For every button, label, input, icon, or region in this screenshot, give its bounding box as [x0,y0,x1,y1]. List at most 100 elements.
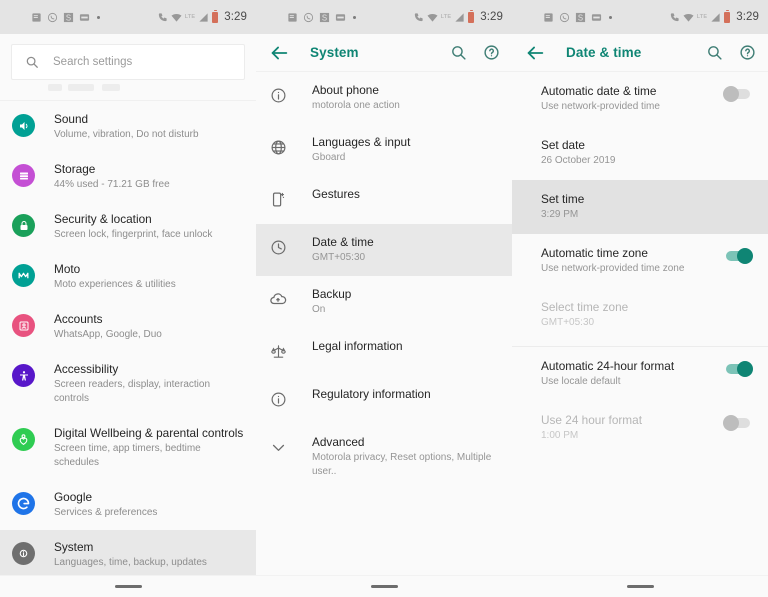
notes-icon [544,12,553,22]
svg-text:S: S [578,13,583,22]
system-item-advanced[interactable]: Advanced Motorola privacy, Reset options… [256,424,512,490]
item-subtitle: Screen readers, display, interaction con… [54,379,211,404]
settings-item-digital-wellbeing[interactable]: Digital Wellbeing & parental controls Sc… [0,416,256,480]
item-subtitle: On [312,304,326,315]
clock-icon [268,237,288,257]
more-dot-icon [97,15,100,19]
settings-list: Sound Volume, vibration, Do not disturb … [0,102,256,575]
status-bar-1: S LTE 3:29 [0,0,256,34]
system-item-regulatory-information[interactable]: Regulatory information [256,376,512,424]
search-settings-container: Search settings [0,34,256,80]
status-bar-system-icons: LTE 3:29 [157,9,247,23]
item-title: System [54,540,94,554]
system-item-legal-information[interactable]: Legal information [256,328,512,376]
settings-item-system[interactable]: System Languages, time, backup, updates [0,530,256,575]
settings-item-accounts[interactable]: Accounts WhatsApp, Google, Duo [0,302,256,352]
wifi-icon [171,13,182,22]
page-title: System [310,45,359,60]
item-title: Sound [54,112,89,126]
status-bar-3: S LTE 3:29 [512,0,768,34]
item-title: Backup [312,287,352,301]
storage-icon [12,164,35,187]
help-circle-icon[interactable] [483,44,500,61]
moto-icon [12,264,35,287]
battery-icon [212,9,219,23]
item-title: Languages & input [312,135,411,149]
lte-label: LTE [696,14,708,20]
panel-settings-home: S LTE 3:29 Search settings Sound Volume,… [0,0,256,597]
item-title: Automatic 24-hour format [541,359,675,373]
chevron-down-icon [268,437,288,457]
item-subtitle: Services & preferences [54,507,158,518]
settings-item-moto[interactable]: Moto Moto experiences & utilities [0,252,256,302]
panel-system: S LTE 3:29 System About phone motorola o… [256,0,512,597]
card-icon [591,13,602,21]
wellbeing-icon [12,428,35,451]
system-item-languages-input[interactable]: Languages & input Gboard [256,124,512,176]
item-subtitle: 26 October 2019 [541,155,616,166]
settings-item-accessibility[interactable]: Accessibility Screen readers, display, i… [0,352,256,416]
notes-icon [288,12,297,22]
item-subtitle: Languages, time, backup, updates [54,557,207,568]
home-handle[interactable] [370,584,398,589]
back-arrow-icon[interactable] [268,42,290,64]
globe-icon [268,137,288,157]
item-subtitle: Screen lock, fingerprint, face unlock [54,229,213,240]
app-bar-system: System [256,34,512,72]
date-time-list: Automatic date & time Use network-provid… [512,72,768,575]
setting-automatic-24-hour-format[interactable]: Automatic 24-hour format Use locale defa… [512,347,768,401]
svg-text:S: S [66,13,71,22]
toggle-automatic-date-time[interactable] [723,85,752,102]
back-arrow-icon[interactable] [524,42,546,64]
status-bar-notification-icons: S [521,12,612,23]
accounts-icon [12,314,35,337]
item-title: Set time [541,192,585,206]
setting-set-time[interactable]: Set time 3:29 PM [512,180,768,234]
item-subtitle: 3:29 PM [541,209,579,220]
settings-item-google[interactable]: Google Services & preferences [0,480,256,530]
whatsapp-icon [303,12,314,22]
search-icon[interactable] [706,44,723,61]
item-title: Storage [54,162,96,176]
setting-set-date[interactable]: Set date 26 October 2019 [512,126,768,180]
status-bar-clock: 3:29 [224,11,247,23]
home-handle[interactable] [626,584,654,589]
system-item-backup[interactable]: Backup On [256,276,512,328]
app-bar-actions [706,44,756,61]
item-title: Select time zone [541,300,629,314]
setting-automatic-time-zone[interactable]: Automatic time zone Use network-provided… [512,234,768,288]
accessibility-icon [12,364,35,387]
search-icon[interactable] [450,44,467,61]
settings-item-sound[interactable]: Sound Volume, vibration, Do not disturb [0,102,256,152]
setting-automatic-date-time[interactable]: Automatic date & time Use network-provid… [512,72,768,126]
scales-icon [268,341,288,361]
status-bar-notification-icons: S [265,12,356,23]
home-handle[interactable] [114,584,142,589]
system-item-gestures[interactable]: Gestures [256,176,512,224]
system-item-about-phone[interactable]: About phone motorola one action [256,72,512,124]
status-bar-system-icons: LTE 3:29 [413,9,503,23]
help-circle-icon[interactable] [739,44,756,61]
status-bar-clock: 3:29 [736,11,759,23]
item-subtitle: GMT+05:30 [541,317,595,328]
toggle-automatic-time-zone[interactable] [724,247,753,264]
toggle-automatic-24-hour-format[interactable] [724,360,753,377]
lte-label: LTE [184,14,196,20]
settings-item-security-location[interactable]: Security & location Screen lock, fingerp… [0,202,256,252]
item-subtitle: Gboard [312,152,346,163]
s-app-icon: S [319,12,330,22]
status-bar-clock: 3:29 [480,11,503,23]
nav-bar-3 [512,575,768,597]
status-bar-system-icons: LTE 3:29 [669,9,759,23]
system-icon [12,542,35,565]
settings-item-storage[interactable]: Storage 44% used - 71.21 GB free [0,152,256,202]
info-icon [268,85,288,105]
nav-bar-1 [0,575,256,597]
partial-scrolled-row [0,80,256,102]
item-title: Automatic time zone [541,246,648,260]
card-icon [79,13,90,21]
system-item-date-time[interactable]: Date & time GMT+05:30 [256,224,512,276]
google-icon [12,492,35,515]
search-input[interactable]: Search settings [11,44,245,80]
item-title: Legal information [312,339,403,353]
